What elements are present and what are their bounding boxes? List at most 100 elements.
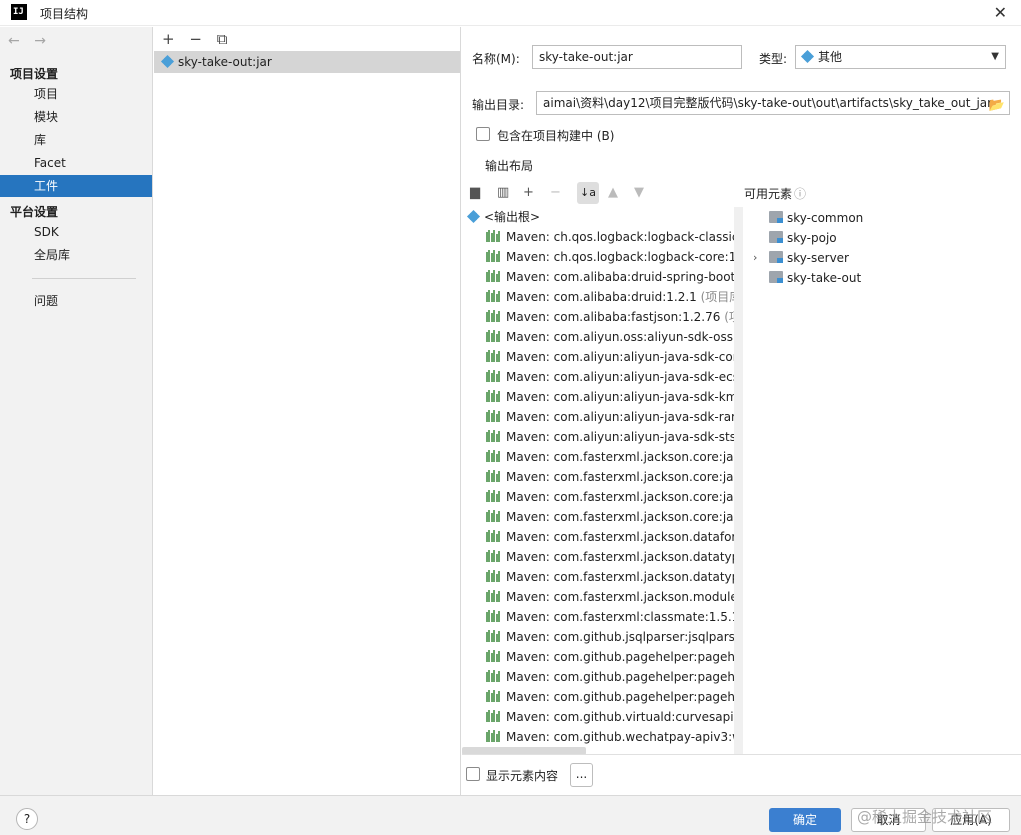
available-tree-item[interactable]: sky-take-out	[769, 268, 861, 288]
library-icon	[486, 430, 500, 442]
tree-root[interactable]: <输出根>	[466, 207, 540, 227]
forward-arrow-icon[interactable]: →	[34, 33, 46, 49]
available-tree-item-label: sky-server	[787, 251, 849, 265]
create-directory-icon[interactable]: ▆	[470, 185, 480, 200]
available-tree-item[interactable]: sky-pojo	[769, 228, 837, 248]
layout-tree-row[interactable]: Maven: ch.qos.logback:logback-classic:1.	[486, 227, 743, 247]
nav-item-artifacts[interactable]: 工件	[0, 175, 152, 197]
nav-item-sdk[interactable]: SDK	[0, 221, 152, 243]
layout-tree-row[interactable]: Maven: com.github.pagehelper:pagehelp	[486, 687, 743, 707]
ok-button[interactable]: 确定	[769, 808, 841, 832]
layout-tree-row[interactable]: Maven: com.aliyun:aliyun-java-sdk-ram:3.	[486, 407, 743, 427]
layout-tree-row-label: Maven: com.fasterxml.jackson.core:jackso	[506, 470, 743, 484]
layout-tree-row[interactable]: Maven: com.github.jsqlparser:jsqlparser:…	[486, 627, 743, 647]
layout-tree-row[interactable]: Maven: com.fasterxml.jackson.datatype:ja	[486, 567, 743, 587]
layout-tree-row[interactable]: Maven: com.fasterxml.jackson.core:jackso	[486, 507, 743, 527]
create-archive-icon[interactable]: ▥	[497, 185, 509, 200]
more-options-button[interactable]: ...	[570, 763, 593, 787]
show-content-checkbox[interactable]	[466, 767, 480, 781]
cancel-button[interactable]: 取消	[851, 808, 926, 832]
copy-icon[interactable]: ⧉	[217, 30, 228, 48]
layout-tree-row[interactable]: Maven: com.fasterxml.jackson.core:jackso	[486, 447, 743, 467]
layout-scrollbar[interactable]	[734, 207, 743, 755]
include-in-build-checkbox[interactable]	[476, 127, 490, 141]
layout-tree-row[interactable]: Maven: com.fasterxml.jackson.core:jackso	[486, 487, 743, 507]
type-label: 类型:	[759, 52, 788, 66]
layout-tree-row[interactable]: Maven: com.github.virtuald:curvesapi:1.0…	[486, 707, 743, 727]
close-icon[interactable]: ✕	[994, 3, 1007, 22]
library-icon	[486, 450, 500, 462]
library-icon	[486, 270, 500, 282]
layout-tree-row[interactable]: Maven: com.github.wechatpay-apiv3:wech	[486, 727, 743, 747]
layout-tree-row[interactable]: Maven: ch.qos.logback:logback-core:1.2.	[486, 247, 743, 267]
layout-tree-row[interactable]: Maven: com.aliyun:aliyun-java-sdk-kms:2.	[486, 387, 743, 407]
show-content-label: 显示元素内容	[486, 769, 559, 783]
sort-elements-icon[interactable]: ↓a	[577, 182, 599, 204]
name-field[interactable]: sky-take-out:jar	[532, 45, 742, 69]
layout-tree-row[interactable]: Maven: com.aliyun.oss:aliyun-sdk-oss:3.1…	[486, 327, 743, 347]
nav-item-problems[interactable]: 问题	[0, 290, 152, 312]
library-icon	[486, 350, 500, 362]
move-down-icon[interactable]: ▼	[634, 185, 644, 200]
layout-tree-row-label: Maven: com.fasterxml.jackson.core:jackso	[506, 510, 743, 524]
settings-nav: ← → 项目设置 项目 模块 库 Facet 工件 平台设置 SDK 全局库 问…	[0, 27, 153, 795]
available-elements-tree[interactable]: sky-common sky-pojo › sky-server sky-take-ou…	[746, 207, 1021, 755]
name-label: 名称(M):	[472, 52, 520, 66]
layout-tree-row[interactable]: Maven: com.fasterxml:classmate:1.5.1 (项	[486, 607, 743, 627]
artifact-list-panel: + − ⧉ sky-take-out:jar	[154, 27, 461, 795]
layout-tree-row-label: Maven: com.alibaba:druid-spring-boot-st	[506, 270, 743, 284]
layout-tree-row[interactable]: Maven: com.github.pagehelper:pagehelp	[486, 667, 743, 687]
output-dir-label: 输出目录:	[472, 98, 525, 112]
layout-tree-row[interactable]: Maven: com.fasterxml.jackson.dataforma	[486, 527, 743, 547]
output-dir-field[interactable]: aimai\资料\day12\项目完整版代码\sky-take-out\out\…	[536, 91, 1010, 115]
module-folder-icon	[769, 231, 783, 243]
layout-tree-row[interactable]: Maven: com.aliyun:aliyun-java-sdk-ecs:4.…	[486, 367, 743, 387]
layout-tree-row-label: Maven: com.fasterxml.jackson.core:jackso	[506, 490, 743, 504]
folder-icon[interactable]: 📂	[989, 95, 1005, 114]
nav-item-global-libraries[interactable]: 全局库	[0, 244, 152, 266]
available-tree-item-label: sky-common	[787, 211, 864, 225]
library-icon	[486, 610, 500, 622]
artifact-toolbar: + − ⧉	[162, 30, 237, 48]
library-icon	[486, 510, 500, 522]
add-element-icon[interactable]: +	[523, 185, 534, 200]
remove-element-icon[interactable]: −	[550, 185, 561, 200]
nav-item-project[interactable]: 项目	[0, 83, 152, 105]
layout-tree-row[interactable]: Maven: com.github.pagehelper:pagehelp	[486, 647, 743, 667]
layout-tree-row[interactable]: Maven: com.fasterxml.jackson.module:jac	[486, 587, 743, 607]
library-icon	[486, 470, 500, 482]
layout-tree-row[interactable]: Maven: com.fasterxml.jackson.core:jackso	[486, 467, 743, 487]
layout-tree-row-label: Maven: ch.qos.logback:logback-classic:1.	[506, 230, 743, 244]
layout-tree-row[interactable]: Maven: com.alibaba:druid:1.2.1 (项目库)	[486, 287, 743, 307]
chevron-right-icon[interactable]: ›	[753, 251, 757, 264]
layout-tree-row[interactable]: Maven: com.alibaba:druid-spring-boot-st	[486, 267, 743, 287]
remove-icon[interactable]: −	[189, 30, 202, 48]
tab-output-layout[interactable]: 输出布局	[485, 157, 533, 174]
nav-item-libraries[interactable]: 库	[0, 129, 152, 151]
add-icon[interactable]: +	[162, 30, 175, 48]
type-select[interactable]: 其他 ▼	[795, 45, 1006, 69]
nav-item-facets[interactable]: Facet	[0, 152, 152, 174]
available-tree-item[interactable]: sky-common	[769, 208, 863, 228]
output-layout-tree[interactable]: <输出根> Maven: ch.qos.logback:logback-clas…	[462, 207, 743, 755]
layout-tree-row[interactable]: Maven: com.fasterxml.jackson.datatype:ja	[486, 547, 743, 567]
available-tree-item[interactable]: sky-server	[769, 248, 849, 268]
library-icon	[486, 310, 500, 322]
apply-button[interactable]: 应用(A)	[932, 808, 1010, 832]
library-icon	[486, 230, 500, 242]
layout-tree-row[interactable]: Maven: com.alibaba:fastjson:1.2.76 (项目库	[486, 307, 743, 327]
layout-tree-row-label: Maven: com.fasterxml.jackson.datatype:ja	[506, 570, 743, 584]
title-bar: IJ 项目结构 ✕	[0, 0, 1021, 26]
library-icon	[486, 490, 500, 502]
nav-item-modules[interactable]: 模块	[0, 106, 152, 128]
move-up-icon[interactable]: ▲	[608, 185, 618, 200]
layout-tree-row[interactable]: Maven: com.aliyun:aliyun-java-sdk-sts:3.…	[486, 427, 743, 447]
artifact-item[interactable]: sky-take-out:jar	[154, 51, 460, 73]
available-elements-label: 可用元素	[744, 187, 793, 201]
back-arrow-icon[interactable]: ←	[8, 33, 20, 49]
layout-tree-row[interactable]: Maven: com.aliyun:aliyun-java-sdk-core:3	[486, 347, 743, 367]
library-icon	[486, 650, 500, 662]
help-button[interactable]: ?	[16, 808, 38, 830]
help-circle-icon[interactable]: ⓘ	[794, 185, 806, 202]
library-icon	[486, 330, 500, 342]
